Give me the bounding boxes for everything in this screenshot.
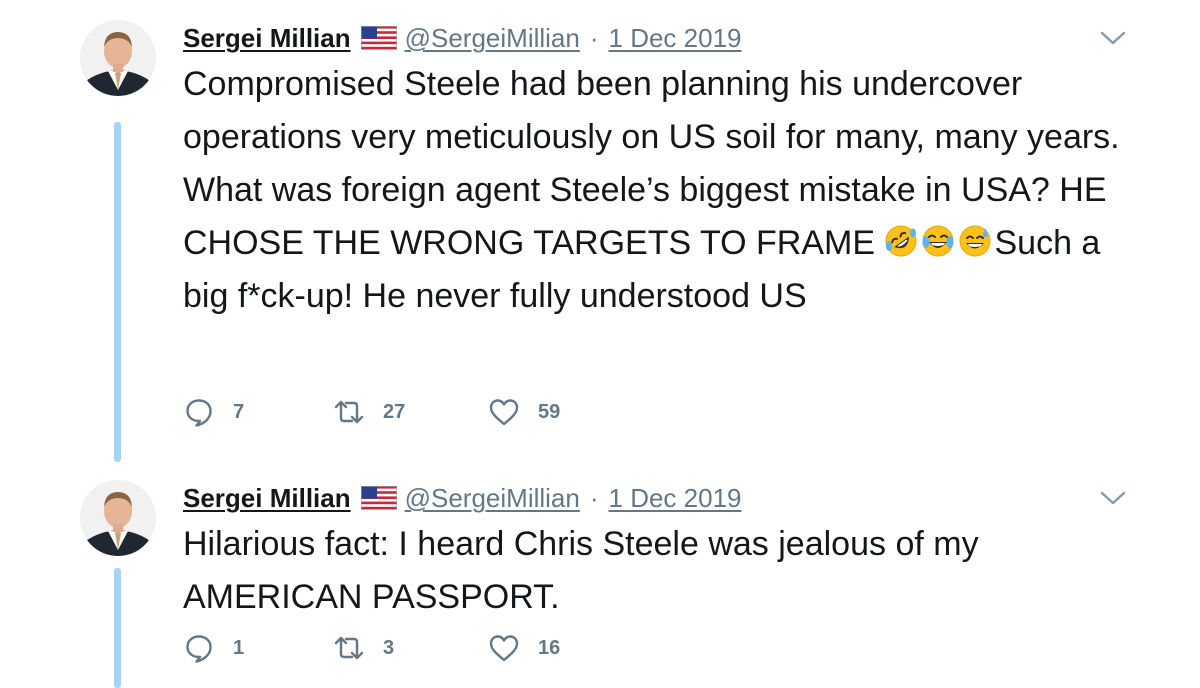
tweet-date[interactable]: 1 Dec 2019: [609, 23, 742, 54]
tweet-text: Hilarious fact: I heard Chris Steele was…: [183, 518, 1143, 624]
thread-line: [114, 568, 121, 688]
author-name[interactable]: Sergei Millian: [183, 483, 351, 514]
separator-dot: ·: [589, 22, 599, 53]
tweet-date[interactable]: 1 Dec 2019: [609, 483, 742, 514]
tweet-header: Sergei Millian @SergeiMillian · 1 Dec 20…: [183, 21, 742, 55]
tears-of-joy-emoji: [922, 225, 954, 257]
author-handle[interactable]: @SergeiMillian: [405, 23, 580, 54]
separator-dot: ·: [589, 482, 599, 513]
tweet-header: Sergei Millian @SergeiMillian · 1 Dec 20…: [183, 481, 742, 515]
like-button[interactable]: 16: [488, 628, 560, 668]
like-button[interactable]: 59: [488, 392, 560, 432]
thread-line: [114, 122, 121, 462]
like-count: 16: [538, 636, 561, 659]
emoji-group: [884, 224, 992, 258]
us-flag-icon: [360, 26, 397, 50]
avatar[interactable]: [80, 20, 156, 96]
tweet[interactable]: Sergei Millian @SergeiMillian · 1 Dec 20…: [0, 460, 1200, 688]
retweet-icon: [334, 636, 364, 660]
reply-icon: [186, 399, 212, 427]
tweet-text-part: Hilarious fact: I heard Chris Steele was…: [183, 525, 987, 616]
grinning-sweat-emoji: [959, 225, 991, 257]
like-count: 59: [538, 400, 561, 423]
reply-count: 7: [233, 400, 245, 423]
reply-button[interactable]: 1: [183, 628, 244, 668]
tweet[interactable]: Sergei Millian @SergeiMillian · 1 Dec 20…: [0, 0, 1200, 462]
chevron-down-icon[interactable]: [1100, 490, 1126, 506]
tweet-text: Compromised Steele had been planning his…: [183, 58, 1143, 323]
us-flag-icon: [360, 486, 397, 510]
retweet-button[interactable]: 3: [333, 628, 394, 668]
retweet-icon: [334, 400, 364, 424]
rolling-on-floor-laughing-emoji: [885, 225, 917, 257]
chevron-down-icon[interactable]: [1100, 30, 1126, 46]
heart-icon: [489, 399, 519, 426]
reply-count: 1: [233, 636, 245, 659]
retweet-count: 3: [383, 636, 395, 659]
author-handle[interactable]: @SergeiMillian: [405, 483, 580, 514]
reply-icon: [186, 635, 212, 663]
reply-button[interactable]: 7: [183, 392, 244, 432]
retweet-count: 27: [383, 400, 406, 423]
avatar[interactable]: [80, 480, 156, 556]
retweet-button[interactable]: 27: [333, 392, 405, 432]
author-name[interactable]: Sergei Millian: [183, 23, 351, 54]
heart-icon: [489, 635, 519, 662]
